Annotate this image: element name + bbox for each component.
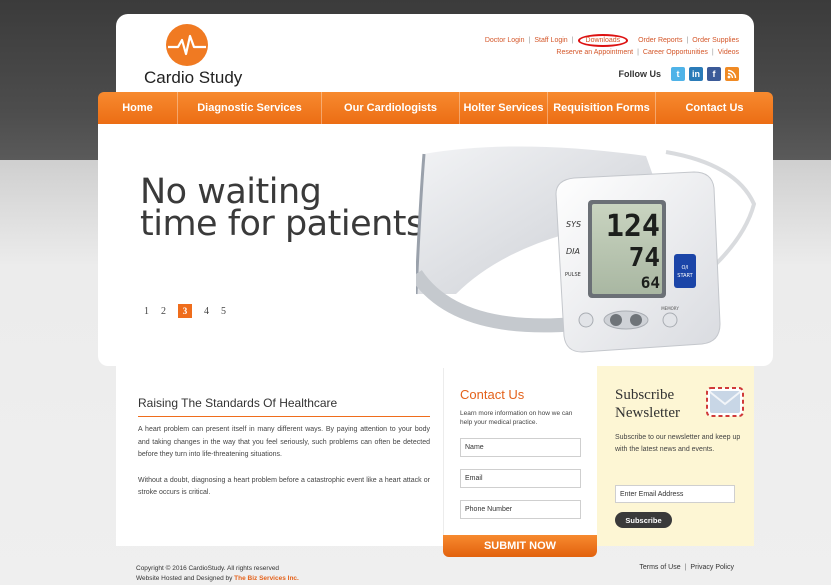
lcd-systolic: 124 xyxy=(606,209,660,244)
raising-title: Raising The Standards Of Healthcare xyxy=(138,396,430,417)
main-nav: Home Diagnostic Services Our Cardiologis… xyxy=(98,92,773,124)
heart-logo-icon xyxy=(166,24,208,66)
downloads-highlight-circle: Downloads xyxy=(577,34,629,47)
lcd-pulse: 64 xyxy=(641,273,660,292)
hero-headline: No waiting time for patients xyxy=(140,175,424,244)
memory-label: MEMORY xyxy=(661,306,679,311)
page-4[interactable]: 4 xyxy=(204,306,209,317)
doctor-login-link[interactable]: Doctor Login xyxy=(485,37,525,44)
order-supplies-link[interactable]: Order Supplies xyxy=(692,37,739,44)
copyright-text: Copyright © 2016 CardioStudy. All rights… xyxy=(136,565,280,572)
facebook-icon[interactable]: f xyxy=(707,67,721,81)
phone-number-field[interactable]: Phone Number xyxy=(460,500,581,519)
nav-requisition-forms[interactable]: Requisition Forms xyxy=(548,92,656,124)
page-5[interactable]: 5 xyxy=(221,306,226,317)
follow-us-label: Follow Us xyxy=(618,69,662,79)
contact-subtitle: Learn more information on how we can hel… xyxy=(460,410,573,426)
sys-label: SYS xyxy=(566,220,581,229)
nav-diagnostic-services[interactable]: Diagnostic Services xyxy=(178,92,322,124)
order-reports-link[interactable]: Order Reports xyxy=(638,37,682,44)
career-opportunities-link[interactable]: Career Opportunities xyxy=(643,49,708,56)
privacy-policy-link[interactable]: Privacy Policy xyxy=(690,564,734,571)
nav-holter-services[interactable]: Holter Services xyxy=(460,92,548,124)
subscribe-button[interactable]: Subscribe xyxy=(615,512,672,528)
lcd-diastolic: 74 xyxy=(629,243,660,273)
raising-paragraph-1: A heart problem can present itself in ma… xyxy=(138,426,430,458)
footer-copyright: Copyright © 2016 CardioStudy. All rights… xyxy=(136,564,299,584)
rss-icon[interactable] xyxy=(725,67,739,81)
twitter-icon[interactable]: t xyxy=(671,67,685,81)
hero-slider: No waiting time for patients SYS DIA PUL… xyxy=(98,124,773,366)
footer-links: Terms of Use | Privacy Policy xyxy=(639,564,734,571)
blood-pressure-monitor-image: SYS DIA PULSE 124 74 64 O/I START MEMORY xyxy=(416,146,757,353)
top-links: Doctor Login | Staff Login | Downloads Order… xyxy=(485,34,739,58)
logo-text[interactable]: Cardio Study xyxy=(144,68,242,88)
pulse-label: PULSE xyxy=(565,272,581,278)
newsletter-email-input[interactable]: Enter Email Address xyxy=(615,485,735,503)
raising-paragraph-2: Without a doubt, diagnosing a heart prob… xyxy=(138,476,430,497)
biz-services-link[interactable]: The Biz Services Inc. xyxy=(234,575,299,582)
dia-label: DIA xyxy=(566,247,580,256)
videos-link[interactable]: Videos xyxy=(718,49,739,56)
submit-now-button[interactable]: SUBMIT NOW xyxy=(443,535,597,557)
nav-home[interactable]: Home xyxy=(98,92,178,124)
staff-login-link[interactable]: Staff Login xyxy=(534,37,567,44)
follow-us: Follow Us t in f xyxy=(618,67,739,81)
slider-pager: 1 2 3 4 5 xyxy=(144,304,226,318)
linkedin-icon[interactable]: in xyxy=(689,67,703,81)
subscribe-text: Subscribe to our newsletter and keep up … xyxy=(615,434,741,453)
name-field[interactable]: Name xyxy=(460,438,581,457)
hosted-prefix: Website Hosted and Designed by xyxy=(136,575,235,582)
nav-contact-us[interactable]: Contact Us xyxy=(656,92,773,124)
raising-section: Raising The Standards Of Healthcare A he… xyxy=(138,396,430,500)
envelope-icon xyxy=(706,387,744,417)
hero-headline-line2: time for patients xyxy=(140,204,424,244)
reserve-appointment-link[interactable]: Reserve an Appointment xyxy=(556,49,633,56)
page-1[interactable]: 1 xyxy=(144,306,149,317)
subscribe-newsletter: Subscribe Newsletter Subscribe to our ne… xyxy=(597,366,754,546)
page-2[interactable]: 2 xyxy=(161,306,166,317)
email-field[interactable]: Email xyxy=(460,469,581,488)
subscribe-title: Subscribe Newsletter xyxy=(615,387,680,421)
downloads-link[interactable]: Downloads xyxy=(586,37,621,44)
page-3-active[interactable]: 3 xyxy=(178,304,192,318)
contact-title: Contact Us xyxy=(460,387,525,402)
nav-our-cardiologists[interactable]: Our Cardiologists xyxy=(322,92,460,124)
start-label-1: O/I xyxy=(681,265,688,271)
start-label-2: START xyxy=(677,273,693,279)
contact-form: Contact Us Learn more information on how… xyxy=(443,368,597,554)
terms-of-use-link[interactable]: Terms of Use xyxy=(639,564,680,571)
